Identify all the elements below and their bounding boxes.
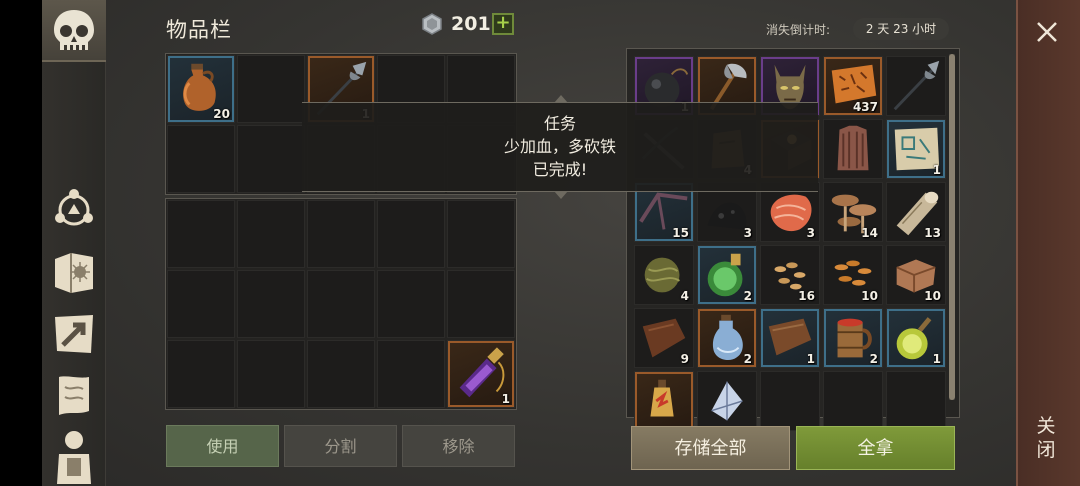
inventory-slot[interactable] [377,340,445,408]
inventory-slot[interactable] [167,125,235,193]
inventory-slot[interactable]: 20 [167,55,235,123]
inventory-slot[interactable] [237,125,305,193]
loot-slot[interactable]: 14 [823,182,883,242]
take-all-button[interactable]: 全拿 [796,426,955,470]
inventory-slot[interactable] [307,200,375,268]
item-quantity: 437 [852,100,878,114]
inventory-slot[interactable] [377,270,445,338]
item-quantity: 3 [806,226,815,240]
sidebar-item-recipes[interactable] [48,246,100,298]
add-coins-button[interactable]: + [492,13,514,35]
loot-slot[interactable]: 437 [823,56,883,116]
character-icon [57,431,91,484]
inventory-slot[interactable] [447,270,515,338]
loot-slot[interactable]: 9 [634,308,694,368]
inventory-slot[interactable] [237,55,305,123]
loot-slot[interactable] [760,371,820,431]
loot-slot[interactable]: 10 [886,245,946,305]
store-all-button[interactable]: 存储全部 [631,426,790,470]
item-quantity: 1 [932,352,941,366]
loot-slot[interactable]: 2 [697,245,757,305]
tooltip-title: 任务 [543,114,576,133]
loot-slot[interactable]: 1 [760,308,820,368]
item-quantity: 2 [869,352,878,366]
inventory-slot[interactable] [307,340,375,408]
loot-slot[interactable]: 13 [886,182,946,242]
loot-slot[interactable] [823,371,883,431]
use-button[interactable]: 使用 [166,425,279,467]
loot-scrollbar[interactable] [949,54,955,400]
crystal-shard-icon [711,381,743,421]
inventory-slot[interactable]: 1 [447,340,515,408]
item-quantity: 2 [743,352,752,366]
page-title: 物品栏 [166,18,232,42]
loot-slot[interactable]: 16 [760,245,820,305]
inventory-slot[interactable] [167,340,235,408]
loot-slot[interactable]: 1 [886,308,946,368]
split-button[interactable]: 分割 [284,425,397,467]
item-quantity: 9 [680,352,689,366]
crafting-icon [55,315,93,353]
inventory-slot[interactable] [167,200,235,268]
silver-coin-icon [422,13,442,35]
coin-count: 201 [451,13,491,35]
quest-tooltip: 任务 少加血，多砍铁 已完成! [302,95,818,199]
item-quantity: 1 [806,352,815,366]
tooltip-caret-down [554,191,568,199]
skull-icon [54,10,94,50]
map-scroll-icon [59,376,89,415]
inventory-slot[interactable] [237,340,305,408]
loot-slot[interactable] [697,371,757,431]
sidebar [42,0,106,486]
armor-vest-icon [837,125,869,171]
sidebar-item-skills[interactable] [48,182,100,234]
timer-value: 2 天 23 小时 [853,18,949,40]
loot-slot[interactable] [634,371,694,431]
fire-potion-icon [650,379,674,417]
item-quantity: 16 [798,289,815,303]
inventory-slot[interactable] [237,270,305,338]
tooltip-caret-up [554,95,568,103]
item-quantity: 1 [932,163,941,177]
sidebar-item-crafting[interactable] [48,308,100,360]
sidebar-item-map[interactable] [48,370,100,422]
loot-slot[interactable]: 2 [823,308,883,368]
item-quantity: 10 [861,289,878,303]
inventory-slot[interactable] [307,270,375,338]
recipe-book-icon [55,253,93,293]
inventory-slot[interactable] [237,200,305,268]
remove-button[interactable]: 移除 [402,425,515,467]
item-quantity: 15 [672,226,689,240]
sidebar-tab-inventory[interactable] [42,0,106,62]
loot-slot[interactable]: 2 [697,308,757,368]
polearm-icon [893,60,940,111]
item-quantity: 13 [924,226,941,240]
item-quantity: 10 [924,289,941,303]
screen-edge [0,0,42,486]
inventory-slot[interactable] [377,200,445,268]
loot-slot[interactable]: 1 [886,119,946,179]
loot-slot[interactable]: 4 [634,245,694,305]
loot-slot[interactable] [886,56,946,116]
loot-slot[interactable] [823,119,883,179]
item-quantity: 20 [213,107,230,121]
inventory-slot[interactable] [167,270,235,338]
close-icon[interactable] [1031,16,1063,48]
item-quantity: 14 [861,226,878,240]
item-quantity: 3 [743,226,752,240]
sidebar-item-character[interactable] [48,430,100,484]
skills-icon [55,189,93,226]
inventory-slot[interactable] [447,200,515,268]
item-quantity: 2 [743,289,752,303]
loot-slot[interactable] [886,371,946,431]
tooltip-status: 已完成! [532,160,588,179]
item-quantity: 4 [680,289,689,303]
close-button-label[interactable]: 关闭 [1033,414,1059,462]
item-quantity: 1 [501,392,510,406]
loot-slot[interactable]: 10 [823,245,883,305]
timer-label: 消失倒计时: [766,23,831,37]
tooltip-quest-name: 少加血，多砍铁 [503,137,616,156]
